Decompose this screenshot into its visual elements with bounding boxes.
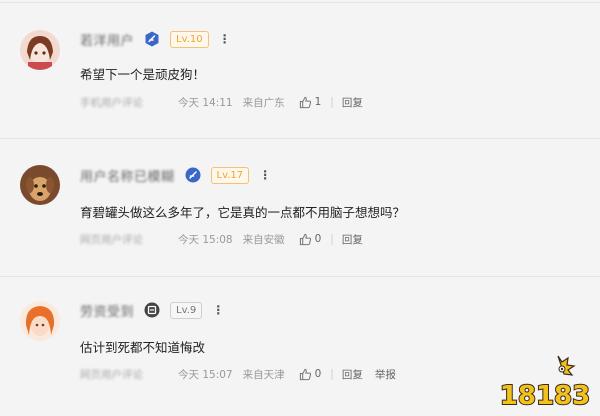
like-count: 1: [314, 96, 322, 108]
comment-footer: 手机用户评论 今天 14:11 来自广东 1 | 回复: [80, 94, 363, 110]
like-count: 0: [314, 233, 322, 245]
report-button[interactable]: 举报: [375, 367, 396, 382]
avatar[interactable]: [20, 301, 60, 341]
footer-separator: |: [330, 233, 334, 245]
comment-time: 今天 14:11: [178, 96, 233, 109]
like-button[interactable]: 1: [299, 96, 322, 109]
like-button[interactable]: 0: [299, 368, 322, 381]
divider: [0, 138, 600, 139]
username[interactable]: 若洋用户: [80, 30, 134, 49]
avatar[interactable]: [20, 30, 60, 70]
site-logo: 18183: [496, 350, 594, 412]
comment-time: 今天 15:07: [178, 368, 233, 381]
level-badge: Lv.17: [210, 166, 250, 184]
comment-source: 网页用户评论: [80, 368, 143, 381]
divider: [0, 2, 600, 3]
verified-badge-icon: [144, 302, 160, 318]
comment-meta: 若洋用户 Lv.10 ⋮: [80, 29, 231, 49]
level-badge: Lv.10: [170, 30, 209, 48]
comment-text: 育碧罐头做这么多年了，它是真的一点都不用脑子想想吗？: [80, 205, 406, 220]
avatar[interactable]: [20, 165, 60, 205]
footer-separator: |: [330, 96, 334, 108]
footer-separator: |: [330, 368, 334, 380]
verified-badge-icon: [144, 31, 160, 47]
more-options-icon[interactable]: ⋮: [259, 169, 271, 181]
comment-location: 来自安徽: [242, 233, 285, 246]
comment-text: 希望下一个是顽皮狗！: [80, 67, 206, 82]
comment-location: 来自天津: [242, 368, 285, 381]
thumbs-up-icon: [299, 233, 311, 245]
username[interactable]: 用户名称已模糊: [80, 166, 175, 185]
comment-footer: 网页用户评论 今天 15:08 来自安徽 0 | 回复: [80, 231, 363, 247]
divider: [0, 276, 600, 277]
comment-footer: 网页用户评论 今天 15:07 来自天津 0 | 回复 举报: [80, 366, 396, 382]
reply-button[interactable]: 回复: [342, 367, 363, 382]
more-options-icon[interactable]: ⋮: [219, 33, 231, 45]
comment-text: 估计到死都不知道悔改: [80, 340, 206, 355]
logo-mascot-icon: [557, 355, 576, 376]
level-badge: Lv.9: [170, 301, 203, 319]
thumbs-up-icon: [299, 368, 311, 380]
comment-time: 今天 15:08: [178, 233, 233, 246]
reply-button[interactable]: 回复: [342, 232, 363, 247]
like-button[interactable]: 0: [299, 233, 322, 246]
like-count: 0: [314, 368, 322, 380]
comment-location: 来自广东: [242, 96, 285, 109]
comment-source: 手机用户评论: [80, 96, 143, 109]
thumbs-up-icon: [299, 96, 311, 108]
logo-text: 18183: [500, 381, 590, 411]
comment-meta: 用户名称已模糊 Lv.17 ⋮: [80, 165, 271, 185]
username[interactable]: 劳资受到: [80, 301, 134, 320]
reply-button[interactable]: 回复: [342, 95, 363, 110]
verified-badge-icon: [185, 167, 201, 183]
more-options-icon[interactable]: ⋮: [212, 304, 224, 316]
comment-source: 网页用户评论: [80, 233, 143, 246]
comment-meta: 劳资受到 Lv.9 ⋮: [80, 300, 224, 320]
